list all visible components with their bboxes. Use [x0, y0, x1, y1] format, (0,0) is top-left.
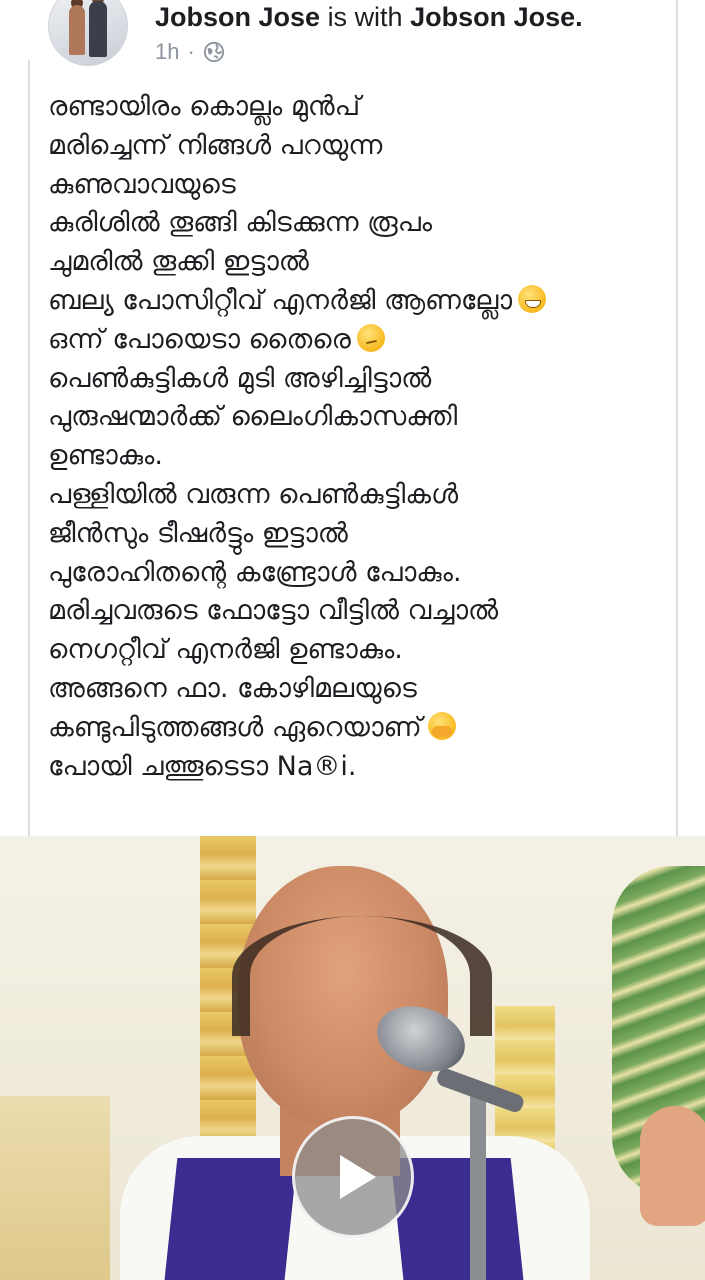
- avatar-figure-body: [89, 1, 107, 57]
- play-button[interactable]: [292, 1116, 414, 1238]
- post-line: ജീൻസും ടീഷർട്ടും ഇട്ടാൽ: [48, 517, 348, 549]
- post-line: പോയി ചത്തൂടെടാ Na®i.: [48, 750, 357, 782]
- giggling-emoji-icon: [427, 711, 456, 740]
- play-icon: [340, 1155, 376, 1199]
- post-line: ഉണ്ടാകും.: [48, 440, 163, 472]
- post-line: കണ്ടുപിടുത്തങ്ങൾ ഏറെയാണ്: [48, 709, 668, 748]
- priest-stole: [162, 1158, 298, 1280]
- meta-separator: ·: [187, 39, 195, 64]
- post-line: നെഗറ്റീവ് എനർജി ഉണ്ടാകും.: [48, 634, 403, 666]
- avatar-figure-body: [69, 5, 85, 55]
- post-line: രണ്ടായിരം കൊല്ലം മുൻപ്: [48, 91, 361, 122]
- post-line: മരിച്ചെന്ന് നിങ്ങൾ പറയുന്ന: [48, 129, 383, 161]
- globe-icon[interactable]: [203, 41, 225, 63]
- post-border-right: [676, 0, 678, 836]
- microphone-stand: [470, 1088, 486, 1280]
- post-line: പുരോഹിതന്റെ കണ്ട്രോൾ പോകും.: [48, 556, 462, 588]
- author-name-link[interactable]: Jobson Jose: [155, 2, 320, 32]
- post-header: Jobson Jose is with Jobson Jose.: [155, 0, 583, 34]
- post-meta: 1h ·: [155, 38, 225, 66]
- post-timestamp[interactable]: 1h: [155, 39, 179, 65]
- video-thumbnail[interactable]: [0, 836, 705, 1280]
- post-line: ബല്യ പോസിറ്റീവ് എനർജി ആണല്ലോ: [48, 282, 668, 321]
- post-line: പള്ളിയിൽ വരുന്ന പെൺകുട്ടികൾ: [48, 478, 459, 510]
- post-line: കുരിശിൽ തൂങ്ങി കിടക്കുന്ന രൂപം: [48, 207, 433, 239]
- post-line: ഒന്ന് പോയെടാ തൈരെ: [48, 321, 668, 360]
- priest-hair: [232, 916, 492, 1036]
- post-card: Jobson Jose is with Jobson Jose. 1h · രണ…: [0, 0, 705, 836]
- post-text: രണ്ടായിരം കൊല്ലം മുൻപ് മരിച്ചെന്ന് നിങ്ങ…: [48, 88, 668, 786]
- background-decoration: [0, 1096, 110, 1280]
- post-line: മരിച്ചവരുടെ ഫോട്ടോ വീട്ടിൽ വച്ചാൽ: [48, 595, 499, 627]
- post-line: പുരുഷന്മാർക്ക് ലൈംഗികാസക്തി: [48, 401, 458, 433]
- grinning-emoji-icon: [518, 284, 547, 313]
- smirking-emoji-icon: [356, 323, 385, 352]
- post-border-left: [28, 60, 30, 836]
- post-line: അങ്ങനെ ഫാ. കോഴിമലയുടെ: [48, 672, 417, 704]
- post-line: ചുമരിൽ തൂക്കി ഇട്ടാൽ: [48, 246, 309, 278]
- tagged-name-link[interactable]: Jobson Jose.: [410, 2, 583, 32]
- post-line: കുണുവാവയുടെ: [48, 168, 236, 200]
- raised-hand: [640, 1106, 705, 1226]
- with-connector: is with: [327, 2, 403, 32]
- author-avatar[interactable]: [48, 0, 128, 66]
- post-line: പെൺകുട്ടികൾ മുടി അഴിച്ചിട്ടാൽ: [48, 362, 432, 394]
